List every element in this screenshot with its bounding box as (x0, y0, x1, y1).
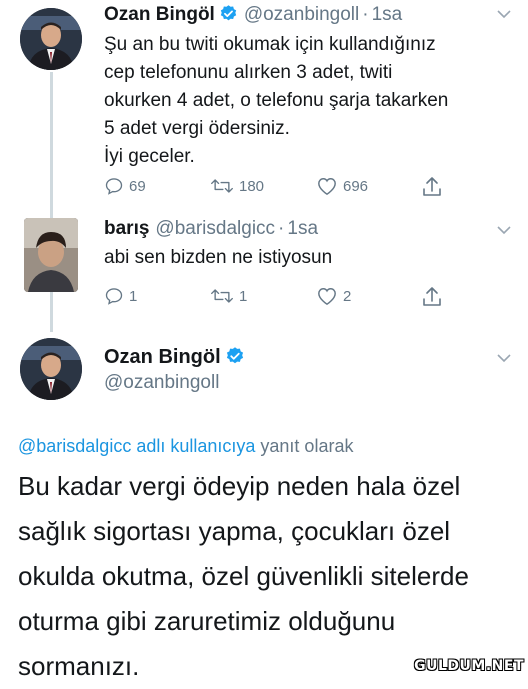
tweet-text-line: sağlık sigortası yapma, çocukları özel (18, 516, 451, 546)
author-handle[interactable]: @ozanbingoll (244, 4, 359, 25)
reply-icon (104, 286, 124, 306)
reply-to-mention[interactable]: @barisdalgicc adlı kullanıcıya (18, 436, 255, 456)
tweet-text-line: İyi geceler. (104, 146, 195, 167)
author-name[interactable]: Ozan Bingöl (104, 346, 245, 372)
separator-dot: · (278, 218, 285, 239)
tweet-text-line: Şu an bu twiti okumak için kullandığınız (104, 34, 436, 55)
verified-badge-icon (219, 4, 238, 29)
tweet-text-line: 5 adet vergi ödersiniz. (104, 118, 290, 139)
chevron-down-icon[interactable] (496, 222, 512, 240)
tweet-text-line: okurken 4 adet, o telefonu şarja takarke… (104, 90, 449, 111)
tweet-1[interactable]: Ozan Bingöl @ozanbingoll · 1sa Şu an bu twi… (0, 0, 528, 205)
like-button[interactable]: 696 (316, 176, 368, 196)
author-handle[interactable]: @barisdalgicc (155, 218, 275, 239)
avatar[interactable] (20, 338, 82, 400)
retweet-button[interactable]: 1 (210, 286, 247, 306)
tweet-text: Bu kadar vergi ödeyip neden hala özel sa… (18, 464, 518, 689)
separator-dot: · (362, 4, 369, 25)
tweet-time[interactable]: 1sa (287, 218, 318, 239)
tweet-3-focused[interactable]: Ozan Bingöl @ozanbingoll @barisdalgicc a… (0, 330, 528, 681)
action-bar: 1 1 2 (104, 286, 464, 312)
tweet-time[interactable]: 1sa (372, 4, 403, 25)
reply-button[interactable]: 1 (104, 286, 137, 306)
watermark-logo: GULDUM.NET (414, 658, 524, 674)
like-icon (316, 286, 338, 306)
tweet-text: Şu an bu twiti okumak için kullandığınız… (104, 31, 514, 171)
tweet-text-line: okulda okutma, özel güvenlikli sitelerde (18, 561, 469, 591)
retweet-icon (210, 176, 234, 196)
author-name[interactable]: barış (104, 218, 149, 239)
share-icon (422, 176, 442, 198)
like-icon (316, 176, 338, 196)
tweet-2[interactable]: barış @barisdalgicc · 1sa abi sen bizden ne… (0, 210, 528, 320)
chevron-down-icon[interactable] (496, 350, 512, 368)
reply-context: @barisdalgicc adlı kullanıcıya yanıt ola… (18, 436, 353, 457)
author-name-text: Ozan Bingöl (104, 346, 221, 368)
share-button[interactable] (422, 176, 442, 198)
retweet-count: 180 (239, 177, 265, 195)
like-count: 696 (343, 177, 369, 195)
like-count: 2 (343, 287, 352, 305)
share-icon (422, 286, 442, 308)
retweet-count: 1 (239, 287, 248, 305)
reply-icon (104, 176, 124, 196)
retweet-icon (210, 286, 234, 306)
tweet-text-line: oturma gibi zaruretimiz olduğunu (18, 606, 396, 636)
tweet-text: abi sen bizden ne istiyosun (104, 247, 333, 268)
author-handle[interactable]: @ozanbingoll (104, 372, 219, 394)
tweet-text-line: Bu kadar vergi ödeyip neden hala özel (18, 471, 461, 501)
reply-count: 69 (129, 177, 146, 195)
reply-to-suffix: yanıt olarak (260, 436, 354, 456)
tweet-text-line: cep telefonunu alırken 3 adet, twiti (104, 62, 393, 83)
share-button[interactable] (422, 286, 442, 308)
action-bar: 69 180 696 (104, 176, 464, 202)
author-name[interactable]: Ozan Bingöl (104, 4, 215, 25)
verified-badge-icon (225, 346, 245, 372)
reply-count: 1 (129, 287, 138, 305)
chevron-down-icon[interactable] (496, 6, 512, 24)
avatar[interactable] (24, 218, 78, 292)
retweet-button[interactable]: 180 (210, 176, 264, 196)
reply-button[interactable]: 69 (104, 176, 146, 196)
avatar[interactable] (20, 8, 82, 70)
tweet-header: barış @barisdalgicc · 1sa (104, 218, 318, 240)
like-button[interactable]: 2 (316, 286, 351, 306)
tweet-header: Ozan Bingöl @ozanbingoll · 1sa (104, 4, 402, 29)
